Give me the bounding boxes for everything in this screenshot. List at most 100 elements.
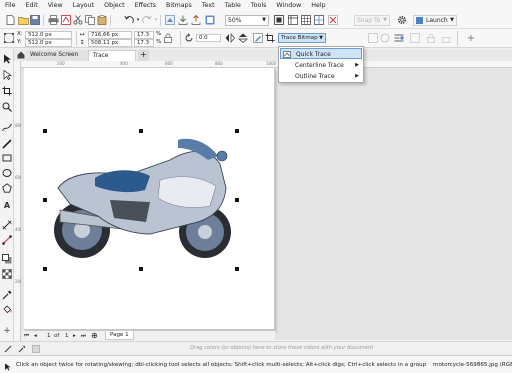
tab-welcome-screen[interactable]: Welcome Screen — [26, 50, 88, 61]
rotation-angle-field[interactable]: 0.0 — [196, 34, 221, 42]
menu-item-outline-trace[interactable]: Outline Trace ▶ — [280, 71, 362, 82]
show-grid-icon[interactable] — [300, 14, 312, 26]
selection-handle[interactable] — [235, 267, 239, 271]
mirror-horizontal-icon[interactable] — [225, 33, 235, 43]
cut-icon[interactable] — [72, 14, 84, 26]
menu-file[interactable]: File — [0, 0, 21, 12]
ellipse-tool-icon[interactable] — [2, 168, 12, 178]
lock-object-icon[interactable] — [426, 33, 436, 43]
menu-window[interactable]: Window — [271, 0, 306, 12]
color-styles-icon[interactable] — [32, 345, 40, 353]
menu-item-centerline-trace[interactable]: Centerline Trace ▶ — [280, 60, 362, 71]
application-launcher-icon[interactable] — [204, 14, 216, 26]
previous-page-icon[interactable]: ◂ — [34, 331, 37, 341]
selection-handle[interactable] — [139, 129, 143, 133]
add-icon[interactable]: + — [466, 33, 476, 44]
menu-layout[interactable]: Layout — [68, 0, 99, 12]
object-origin-icon[interactable] — [3, 31, 14, 45]
menu-view[interactable]: View — [43, 0, 68, 12]
selection-handle[interactable] — [43, 129, 47, 133]
menu-tools[interactable]: Tools — [246, 0, 272, 12]
home-icon[interactable] — [17, 51, 25, 59]
snap-to-dropdown[interactable]: Snap To ▼ — [354, 15, 390, 26]
interactive-fill-icon[interactable] — [2, 305, 12, 315]
freehand-tool-icon[interactable] — [2, 123, 12, 133]
break-apart-icon[interactable] — [410, 33, 420, 43]
menu-object[interactable]: Object — [99, 0, 130, 12]
search-content-icon[interactable] — [164, 14, 176, 26]
menu-effects[interactable]: Effects — [130, 0, 161, 12]
show-guidelines-icon[interactable] — [313, 14, 325, 26]
eyedropper-icon[interactable] — [18, 345, 26, 353]
selection-handle[interactable] — [43, 267, 47, 271]
width-field[interactable]: 716.66 px — [88, 31, 132, 39]
document-palette[interactable]: Drag colors (or objects) here to store t… — [0, 341, 512, 355]
export-icon[interactable] — [190, 14, 202, 26]
shape-tool-icon[interactable] — [2, 69, 12, 80]
snap-off-icon[interactable] — [327, 14, 339, 26]
launch-dropdown[interactable]: Launch ▼ — [413, 15, 457, 26]
no-fill-swatch-icon[interactable] — [4, 345, 12, 353]
add-tool-icon[interactable]: + — [2, 326, 12, 336]
menu-item-quick-trace[interactable]: Quick Trace — [280, 48, 362, 59]
drop-shadow-icon[interactable] — [2, 254, 12, 264]
transparency-tool-icon[interactable] — [2, 269, 12, 279]
parallel-dimension-icon[interactable] — [2, 220, 12, 230]
rectangle-tool-icon[interactable] — [2, 153, 12, 163]
selection-handle[interactable] — [235, 198, 239, 202]
new-document-icon[interactable] — [4, 14, 16, 26]
selection-handle[interactable] — [139, 267, 143, 271]
wrap-text-icon[interactable] — [394, 33, 404, 43]
zoom-level-select[interactable]: 50% ▼ — [225, 15, 269, 26]
save-icon[interactable] — [29, 14, 41, 26]
menu-bitmaps[interactable]: Bitmaps — [161, 0, 197, 12]
crop-bitmap-icon[interactable] — [265, 33, 275, 43]
full-screen-icon[interactable] — [273, 14, 285, 26]
pick-tool-icon[interactable] — [2, 54, 12, 64]
status-hint-text: Click an object twice for rotating/skewi… — [16, 362, 427, 368]
selection-handle[interactable] — [43, 198, 47, 202]
last-page-icon[interactable]: ⏭ — [81, 331, 86, 341]
menu-text[interactable]: Text — [197, 0, 220, 12]
menu-help[interactable]: Help — [306, 0, 330, 12]
tab-trace-image[interactable]: Trace Image* — [88, 50, 136, 70]
open-folder-icon[interactable] — [17, 14, 29, 26]
trace-bitmap-button[interactable]: Trace Bitmap ▼ — [278, 33, 326, 43]
menu-edit[interactable]: Edit — [21, 0, 43, 12]
motorcycle-bitmap[interactable] — [40, 130, 240, 270]
x-position-field[interactable]: 512.0 px — [25, 31, 72, 39]
print-icon[interactable] — [47, 14, 59, 26]
page-1-tab[interactable]: Page 1 — [105, 331, 134, 340]
edit-bitmap-icon[interactable] — [253, 33, 263, 43]
show-rulers-icon[interactable] — [287, 14, 299, 26]
mirror-vertical-icon[interactable] — [238, 33, 248, 43]
horizontal-ruler[interactable]: 200 400 600 800 1000 1200 — [20, 61, 512, 68]
text-tool-icon[interactable]: A — [2, 201, 12, 211]
unlock-object-icon[interactable] — [441, 33, 451, 43]
connector-tool-icon[interactable] — [2, 235, 12, 245]
resample-icon[interactable] — [368, 33, 378, 43]
lock-ratio-icon[interactable] — [163, 33, 173, 43]
y-position-field[interactable]: 512.0 px — [25, 39, 72, 47]
zoom-tool-icon[interactable] — [2, 102, 12, 112]
publish-pdf-icon[interactable] — [60, 14, 72, 26]
eyedropper-tool-icon[interactable] — [2, 290, 12, 300]
height-field[interactable]: 508.11 px — [88, 39, 132, 47]
selection-handle[interactable] — [235, 129, 239, 133]
next-page-icon[interactable]: ▸ — [73, 331, 76, 341]
vertical-ruler[interactable]: 800 600 400 200 — [14, 61, 23, 341]
options-gear-icon[interactable] — [396, 14, 408, 26]
copy-icon[interactable] — [84, 14, 96, 26]
polygon-tool-icon[interactable] — [2, 183, 12, 193]
import-icon[interactable] — [177, 14, 189, 26]
bitmap-color-mask-icon[interactable] — [380, 33, 390, 43]
crop-tool-icon[interactable] — [2, 86, 12, 96]
new-tab-button[interactable]: + — [138, 50, 149, 61]
scale-y-field[interactable]: 17.3 — [134, 39, 154, 47]
scale-x-field[interactable]: 17.3 — [134, 31, 154, 39]
artistic-media-icon[interactable] — [2, 139, 12, 149]
add-page-icon[interactable]: ⊕ — [91, 331, 98, 341]
first-page-icon[interactable]: ⏮ — [24, 331, 29, 341]
menu-table[interactable]: Table — [220, 0, 246, 12]
paste-icon[interactable] — [96, 14, 108, 26]
